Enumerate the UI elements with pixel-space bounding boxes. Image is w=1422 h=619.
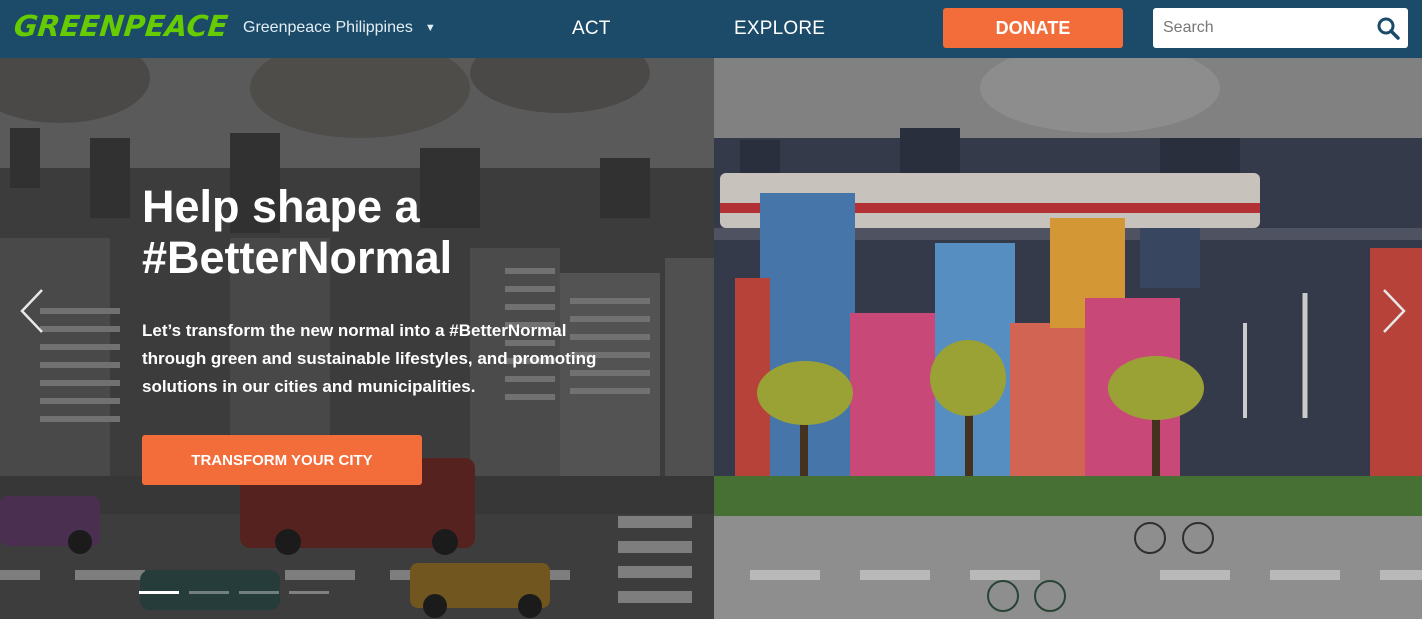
carousel-indicator-3[interactable] (239, 591, 279, 594)
hero-title: Help shape a #BetterNormal (142, 181, 642, 283)
greenpeace-logo[interactable]: GREENPEACE (12, 9, 229, 43)
search-box (1153, 8, 1408, 48)
carousel-indicator-1[interactable] (139, 591, 179, 594)
carousel-indicator-2[interactable] (189, 591, 229, 594)
carousel-indicator-4[interactable] (289, 591, 329, 594)
region-selector[interactable]: Greenpeace Philippines ▼ (243, 19, 436, 37)
hero-description: Let’s transform the new normal into a #B… (142, 321, 597, 396)
search-icon[interactable] (1376, 16, 1400, 40)
carousel-indicators (139, 591, 329, 594)
chevron-left-icon[interactable] (14, 286, 54, 336)
donate-button[interactable]: DONATE (943, 8, 1123, 48)
transform-your-city-button[interactable]: TRANSFORM YOUR CITY (142, 435, 422, 485)
hero-title-line1: Help shape a (142, 181, 420, 232)
region-label: Greenpeace Philippines (243, 19, 413, 36)
nav-explore[interactable]: EXPLORE (734, 18, 825, 40)
hero-carousel: Help shape a #BetterNormal Let’s transfo… (0, 58, 1422, 619)
nav-act[interactable]: ACT (572, 18, 611, 40)
caret-down-icon: ▼ (424, 22, 436, 34)
top-navigation: GREENPEACE Greenpeace Philippines ▼ ACT … (0, 0, 1422, 58)
chevron-right-icon[interactable] (1372, 286, 1412, 336)
hero-title-line2: #BetterNormal (142, 232, 453, 283)
search-input[interactable] (1153, 8, 1373, 48)
